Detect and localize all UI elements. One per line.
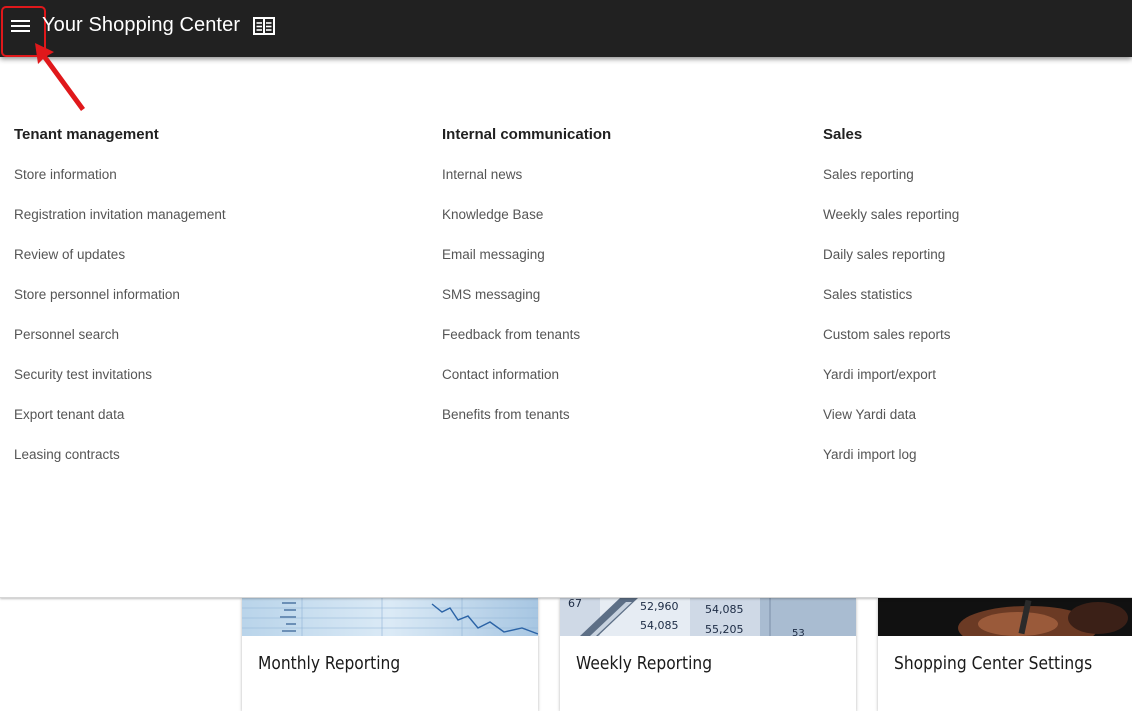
menu-heading-tenant-management: Tenant management	[14, 126, 159, 143]
menu-item-yardi-import-export[interactable]: Yardi import/export	[823, 367, 959, 407]
shopping-center-settings-card[interactable]: Shopping Center Settings	[878, 598, 1132, 711]
menu-item-export-tenant-data[interactable]: Export tenant data	[14, 407, 226, 447]
menu-item-registration-invitation-management[interactable]: Registration invitation management	[14, 207, 226, 247]
menu-column-tenant-management: Tenant management Store information Regi…	[14, 126, 226, 487]
image-figure: 53	[792, 628, 805, 636]
menu-item-view-yardi-data[interactable]: View Yardi data	[823, 407, 959, 447]
image-figure: 54,085	[640, 619, 679, 632]
dashboard-cards: Monthly Reporting 67 52,960 54,085 54,08…	[0, 598, 1132, 711]
menu-heading-internal-communication: Internal communication	[442, 126, 612, 143]
menu-item-email-messaging[interactable]: Email messaging	[442, 247, 611, 287]
menu-item-internal-news[interactable]: Internal news	[442, 167, 611, 207]
menu-item-custom-sales-reports[interactable]: Custom sales reports	[823, 327, 959, 367]
menu-item-store-information[interactable]: Store information	[14, 167, 226, 207]
image-figure: 54,085	[705, 603, 744, 616]
menu-item-feedback-from-tenants[interactable]: Feedback from tenants	[442, 327, 611, 367]
hamburger-menu-icon-bar	[11, 30, 30, 32]
monthly-reporting-title: Monthly Reporting	[258, 653, 401, 674]
menu-column-sales: Sales Sales reporting Weekly sales repor…	[823, 126, 959, 487]
weekly-reporting-title: Weekly Reporting	[576, 653, 713, 674]
shopping-center-settings-title: Shopping Center Settings	[894, 653, 1093, 674]
app-title: Your Shopping Center	[42, 14, 241, 36]
menu-item-leasing-contracts[interactable]: Leasing contracts	[14, 447, 226, 487]
image-figure: 52,960	[640, 600, 679, 613]
shopping-center-settings-image	[878, 598, 1132, 636]
menu-item-personnel-search[interactable]: Personnel search	[14, 327, 226, 367]
menu-item-benefits-from-tenants[interactable]: Benefits from tenants	[442, 407, 611, 447]
menu-item-security-test-invitations[interactable]: Security test invitations	[14, 367, 226, 407]
image-figure: 67	[568, 598, 582, 610]
menu-item-daily-sales-reporting[interactable]: Daily sales reporting	[823, 247, 959, 287]
navigation-mega-menu: Tenant management Store information Regi…	[0, 57, 1132, 598]
menu-item-sales-statistics[interactable]: Sales statistics	[823, 287, 959, 327]
monthly-reporting-card[interactable]: Monthly Reporting	[242, 598, 538, 711]
menu-item-sales-reporting[interactable]: Sales reporting	[823, 167, 959, 207]
menu-item-weekly-sales-reporting[interactable]: Weekly sales reporting	[823, 207, 959, 247]
menu-column-internal-communication: Internal communication Internal news Kno…	[442, 126, 611, 447]
hamburger-menu-icon	[11, 20, 30, 22]
menu-item-contact-information[interactable]: Contact information	[442, 367, 611, 407]
hamburger-menu-button[interactable]	[1, 6, 46, 57]
menu-item-sms-messaging[interactable]: SMS messaging	[442, 287, 611, 327]
image-figure: 55,205	[705, 623, 744, 636]
book-icon[interactable]	[253, 16, 275, 36]
monthly-reporting-image	[242, 598, 538, 636]
weekly-reporting-image: 67 52,960 54,085 54,085 55,205 53	[560, 598, 856, 636]
menu-item-review-of-updates[interactable]: Review of updates	[14, 247, 226, 287]
menu-heading-sales: Sales	[823, 126, 863, 143]
weekly-reporting-card[interactable]: 67 52,960 54,085 54,085 55,205 53 Weekly…	[560, 598, 856, 711]
hamburger-menu-icon-bar	[11, 25, 30, 27]
menu-item-yardi-import-log[interactable]: Yardi import log	[823, 447, 959, 487]
menu-item-store-personnel-information[interactable]: Store personnel information	[14, 287, 226, 327]
top-app-bar: Your Shopping Center	[0, 0, 1132, 57]
menu-item-knowledge-base[interactable]: Knowledge Base	[442, 207, 611, 247]
